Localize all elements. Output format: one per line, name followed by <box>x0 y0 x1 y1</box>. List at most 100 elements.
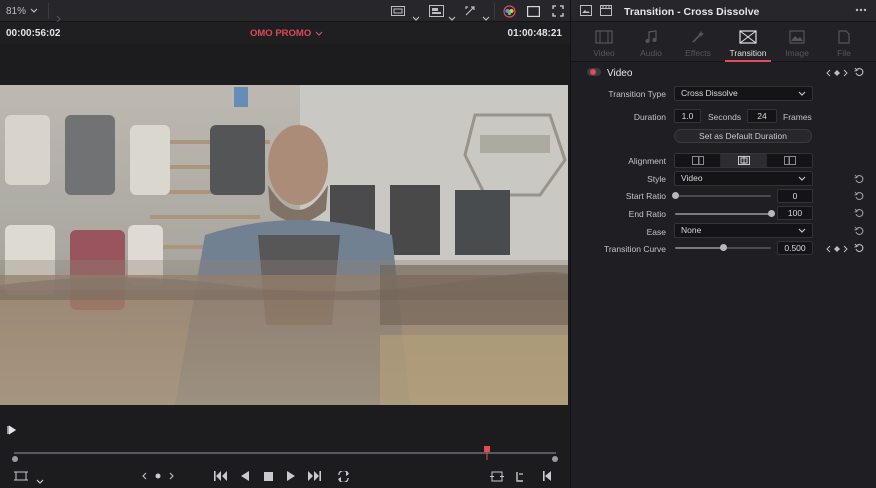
match-frame-icon[interactable] <box>488 468 506 484</box>
monitor-size-icon[interactable] <box>388 0 408 22</box>
chevron-down-icon[interactable] <box>36 474 44 488</box>
tab-video-label: Video <box>593 48 615 58</box>
play-reverse-icon[interactable] <box>236 468 254 484</box>
tab-transition[interactable]: Transition <box>723 26 773 62</box>
start-ratio-slider[interactable] <box>671 192 771 199</box>
chevron-down-icon <box>798 176 806 181</box>
safe-area-icon[interactable] <box>12 468 30 484</box>
viewer-panel: 81% 00:00:56:02 OMO PROMO 01:00:48:21 <box>0 0 570 488</box>
transition-curve-slider[interactable] <box>675 244 771 251</box>
align-end-edit-button[interactable] <box>767 154 812 167</box>
duration-label: Duration <box>633 112 666 122</box>
slider-fill <box>675 247 723 249</box>
more-options-icon[interactable] <box>855 6 867 16</box>
style-dropdown[interactable]: Video <box>674 171 813 186</box>
ease-value: None <box>681 225 702 235</box>
tab-transition-label: Transition <box>729 48 767 58</box>
image-icon <box>789 30 805 44</box>
keyframe-nav-icon[interactable] <box>825 244 849 254</box>
video-preview[interactable] <box>0 85 568 405</box>
transition-type-value: Cross Dissolve <box>681 88 738 98</box>
tab-audio[interactable]: Audio <box>626 26 676 62</box>
video-section-label: Video <box>607 68 633 79</box>
slider-knob[interactable] <box>719 244 727 251</box>
stop-icon[interactable] <box>259 468 277 484</box>
zoom-dropdown[interactable]: 81% <box>6 0 38 22</box>
align-center-icon <box>737 156 750 165</box>
color-wheel-icon[interactable] <box>499 0 519 22</box>
image-panel-icon[interactable] <box>580 5 592 18</box>
start-ratio-input[interactable]: 0 <box>777 189 813 203</box>
scrub-start-handle[interactable] <box>12 456 18 462</box>
timeline-timecode: 01:00:48:21 <box>507 28 562 39</box>
loop-icon[interactable] <box>334 468 352 484</box>
chevron-down-icon <box>798 91 806 96</box>
style-value: Video <box>681 173 703 183</box>
transition-type-label: Transition Type <box>608 89 666 99</box>
set-default-duration-button[interactable]: Set as Default Duration <box>674 129 812 143</box>
reset-icon[interactable] <box>854 191 864 201</box>
reset-icon[interactable] <box>854 243 864 253</box>
viewer-mode-icon[interactable] <box>426 0 446 22</box>
align-start-edit-button[interactable] <box>675 154 721 167</box>
ease-label: Ease <box>646 227 666 237</box>
tab-file[interactable]: File <box>819 26 869 62</box>
transform-icon[interactable] <box>462 0 478 22</box>
timeline-name: OMO PROMO <box>250 28 312 39</box>
reset-icon[interactable] <box>854 208 864 218</box>
tab-video[interactable]: Video <box>579 26 629 62</box>
toolbar-divider <box>494 3 495 19</box>
reset-icon[interactable] <box>854 174 864 184</box>
reset-icon[interactable] <box>854 226 864 236</box>
end-ratio-input[interactable]: 100 <box>777 206 813 220</box>
chevron-down-icon <box>30 8 38 13</box>
tab-image[interactable]: Image <box>772 26 822 62</box>
inspector-title: Transition - Cross Dissolve <box>624 6 760 18</box>
tab-effects[interactable]: Effects <box>673 26 723 62</box>
transport-controls <box>0 464 570 488</box>
playhead-marker[interactable] <box>484 446 491 460</box>
clip-panel-icon[interactable] <box>600 5 612 18</box>
tab-audio-label: Audio <box>640 48 662 58</box>
alignment-selector <box>674 153 813 168</box>
align-center-edit-button[interactable] <box>721 154 767 167</box>
frames-label: Frames <box>783 112 812 122</box>
reset-icon[interactable] <box>854 67 864 77</box>
skip-to-start-icon[interactable] <box>212 468 230 484</box>
chevron-down-icon <box>798 228 806 233</box>
zoom-value: 81% <box>6 5 27 17</box>
slider-fill <box>675 213 771 215</box>
slider-knob[interactable] <box>767 210 775 217</box>
file-icon <box>838 30 850 44</box>
transition-icon <box>739 30 757 44</box>
single-viewer-icon[interactable] <box>524 0 542 22</box>
duration-seconds-input[interactable]: 1.0 <box>674 109 701 123</box>
scrub-bar[interactable] <box>14 452 556 454</box>
skip-to-end-icon[interactable] <box>305 468 323 484</box>
end-ratio-label: End Ratio <box>628 209 666 219</box>
play-icon[interactable] <box>282 468 300 484</box>
magic-wand-icon <box>692 31 704 43</box>
timeline-name-dropdown[interactable]: OMO PROMO <box>250 28 323 39</box>
transition-curve-input[interactable]: 0.500 <box>777 241 813 255</box>
source-timecode: 00:00:56:02 <box>6 28 61 39</box>
transition-type-dropdown[interactable]: Cross Dissolve <box>674 86 813 101</box>
mark-out-icon[interactable] <box>540 468 556 484</box>
keyframe-nav-icon[interactable] <box>825 69 849 77</box>
viewer-info-bar: 00:00:56:02 OMO PROMO 01:00:48:21 <box>0 22 570 44</box>
fullscreen-icon[interactable] <box>549 0 567 22</box>
mark-in-icon[interactable] <box>512 468 528 484</box>
scrub-end-handle[interactable] <box>552 456 558 462</box>
in-point-marker-icon[interactable] <box>7 425 17 435</box>
start-ratio-label: Start Ratio <box>625 191 666 201</box>
end-ratio-slider[interactable] <box>675 210 775 217</box>
chevron-down-icon <box>315 31 323 36</box>
align-start-icon <box>691 156 704 165</box>
jog-control[interactable] <box>140 468 176 484</box>
video-enable-toggle[interactable] <box>587 68 601 76</box>
music-note-icon <box>645 30 657 43</box>
viewer-toolbar: 81% <box>0 0 570 23</box>
duration-frames-input[interactable]: 24 <box>747 109 777 123</box>
ease-dropdown[interactable]: None <box>674 223 813 238</box>
slider-knob[interactable] <box>671 192 679 199</box>
